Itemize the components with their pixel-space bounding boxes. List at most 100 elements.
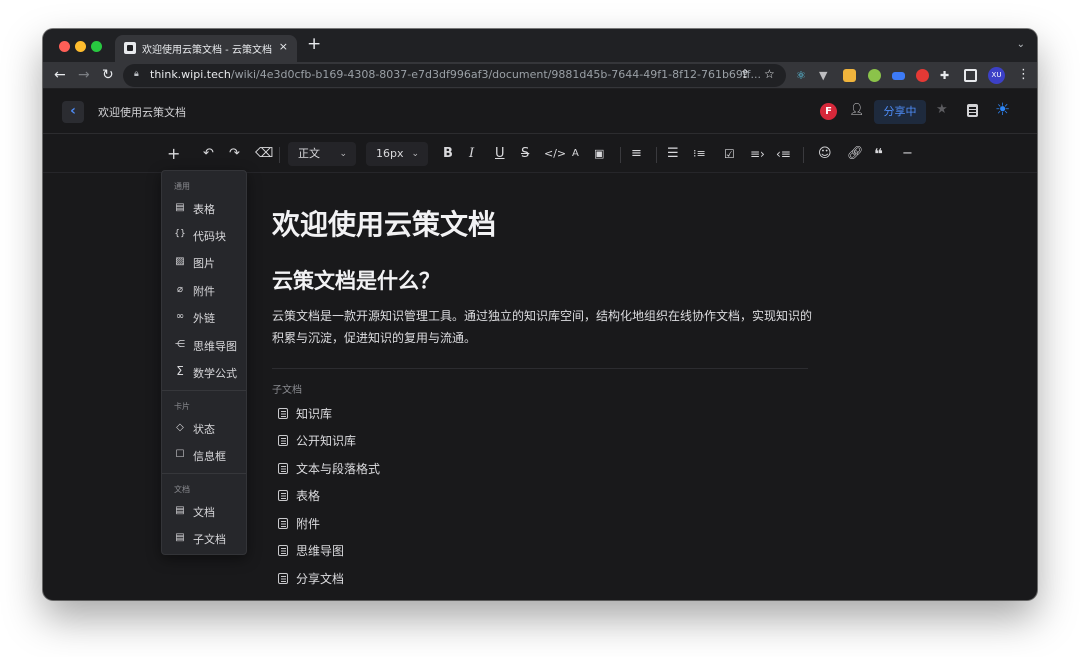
collaborator-avatar[interactable]: F (820, 103, 837, 120)
react-devtools-icon[interactable]: ⚛ (796, 69, 806, 82)
back-arrow-icon[interactable]: ← (54, 66, 66, 84)
document-icon (278, 408, 288, 419)
emoji-icon[interactable]: ☺ (818, 145, 832, 163)
insert-math-item[interactable]: Σ 数学公式 (162, 359, 246, 385)
insert-item-label: 文档 (193, 506, 215, 519)
paragraph-style-value: 正文 (298, 147, 320, 160)
strikethrough-icon[interactable]: S (521, 145, 529, 163)
callout-icon: ☐ (175, 449, 185, 460)
align-left-icon[interactable]: ≡ (631, 145, 642, 163)
document-heading: 欢迎使用云策文档 (272, 208, 497, 241)
insert-table-item[interactable]: ▤ 表格 (162, 195, 246, 221)
red-extension-icon[interactable] (916, 69, 929, 82)
close-window-button[interactable] (59, 41, 70, 52)
undo-icon[interactable]: ↶ (203, 145, 214, 163)
subdoc-label: 思维导图 (296, 544, 345, 558)
forward-arrow-icon[interactable]: → (78, 66, 90, 84)
subdoc-label: 分享文档 (296, 572, 345, 586)
app-header: ‹ 欢迎使用云策文档 F 👤︎ 分享中 ★ ☀ (43, 90, 1037, 134)
outdent-icon[interactable]: ‹≡ (776, 145, 791, 163)
tab-strip: 欢迎使用云策文档 - 云策文档 × + ⌄ (43, 29, 1037, 62)
browser-window: 欢迎使用云策文档 - 云策文档 × + ⌄ ← → ↻ 🔒︎ think.wip… (43, 29, 1037, 600)
profile-avatar[interactable]: XU (988, 67, 1005, 84)
bookmark-star-icon[interactable]: ☆ (764, 67, 775, 81)
divider (272, 368, 808, 369)
font-size-select[interactable]: 16px ⌄ (366, 142, 428, 166)
back-button[interactable]: ‹ (62, 101, 84, 123)
child-document-icon: ▤ (175, 532, 185, 543)
document-icon: ▤ (175, 505, 185, 516)
green-extension-icon[interactable] (868, 69, 881, 82)
underline-icon[interactable]: U (495, 145, 505, 163)
blue-extension-icon[interactable] (892, 72, 905, 80)
insert-child-document-item[interactable]: ▤ 子文档 (162, 525, 246, 551)
browser-menu-icon[interactable]: ⋮ (1017, 67, 1030, 82)
menu-divider (162, 390, 246, 391)
inline-code-icon[interactable]: </> (544, 145, 566, 163)
insert-item-label: 附件 (193, 285, 215, 298)
editor-toolbar: + ↶ ↷ ⌫ 正文 ⌄ 16px ⌄ B I U S </> A ▣ ≡ ☰ … (43, 135, 1037, 173)
insert-image-item[interactable]: ▨ 图片 (162, 249, 246, 275)
vue-devtools-icon[interactable]: ▼ (819, 69, 827, 82)
chevron-down-icon: ⌄ (339, 149, 347, 159)
italic-icon[interactable]: I (469, 145, 474, 163)
insert-mindmap-item[interactable]: ⋲ 思维导图 (162, 332, 246, 358)
url-text[interactable]: think.wipi.tech/wiki/4e3d0cfb-b169-4308-… (150, 68, 761, 81)
add-collaborator-icon[interactable]: 👤︎ (849, 102, 864, 116)
insert-group-label: 卡片 (174, 402, 190, 411)
insert-link-item[interactable]: ∞ 外链 (162, 304, 246, 330)
document-info-icon[interactable] (967, 104, 978, 117)
address-bar[interactable]: 🔒︎ think.wipi.tech/wiki/4e3d0cfb-b169-43… (123, 64, 786, 87)
insert-item-label: 代码块 (193, 230, 226, 243)
share-button[interactable]: 分享中 (874, 100, 926, 124)
insert-group-label: 通用 (174, 182, 190, 191)
tab-title: 欢迎使用云策文档 - 云策文档 (142, 45, 272, 56)
insert-item-label: 思维导图 (193, 340, 237, 353)
star-icon[interactable]: ★ (936, 102, 948, 117)
link-icon: ∞ (175, 311, 185, 322)
insert-callout-item[interactable]: ☐ 信息框 (162, 442, 246, 468)
subdoc-label: 公开知识库 (296, 434, 357, 448)
ordered-list-icon[interactable]: ⁝≡ (693, 145, 706, 163)
section-heading: 云策文档是什么？ (272, 269, 440, 293)
insert-attachment-item[interactable]: ⌀ 附件 (162, 277, 246, 303)
tab-search-chevron-icon[interactable]: ⌄ (1017, 39, 1025, 50)
document-icon (278, 435, 288, 446)
theme-toggle-sun-icon[interactable]: ☀ (995, 100, 1010, 120)
share-page-icon[interactable]: ⇪ (740, 67, 750, 81)
maximize-window-button[interactable] (91, 41, 102, 52)
insert-group-label: 文档 (174, 485, 190, 494)
insert-item-label: 状态 (193, 423, 215, 436)
side-panel-icon[interactable] (964, 69, 977, 82)
paragraph-style-select[interactable]: 正文 ⌄ (288, 142, 356, 166)
horizontal-rule-icon[interactable]: − (902, 145, 913, 163)
highlight-color-icon[interactable]: ▣ (594, 145, 604, 163)
indent-icon[interactable]: ≡› (750, 145, 765, 163)
download-extension-icon[interactable] (843, 69, 856, 82)
tag-icon: ◇ (176, 422, 184, 433)
insert-status-item[interactable]: ◇ 状态 (162, 415, 246, 441)
puzzle-extensions-icon[interactable]: ✚ (940, 69, 949, 82)
insert-plus-icon[interactable]: + (167, 145, 180, 163)
insert-document-item[interactable]: ▤ 文档 (162, 498, 246, 524)
subdoc-label: 文本与段落格式 (296, 462, 381, 476)
bullet-list-icon[interactable]: ☰ (667, 145, 679, 163)
bold-icon[interactable]: B (443, 145, 453, 163)
clear-format-eraser-icon[interactable]: ⌫ (255, 145, 273, 163)
link-icon[interactable]: 🔗︎ (847, 145, 864, 163)
mindmap-icon: ⋲ (175, 339, 185, 350)
redo-icon[interactable]: ↷ (229, 145, 240, 163)
blockquote-icon[interactable]: ❝ (874, 145, 883, 163)
insert-code-block-item[interactable]: {} 代码块 (162, 222, 246, 248)
tab-close-icon[interactable]: × (279, 40, 288, 53)
table-icon: ▤ (175, 202, 185, 213)
browser-tab[interactable]: 欢迎使用云策文档 - 云策文档 × (115, 35, 297, 62)
new-tab-button[interactable]: + (307, 36, 321, 53)
minimize-window-button[interactable] (75, 41, 86, 52)
font-size-value: 16px (376, 147, 404, 160)
intro-paragraph: 云策文档是一款开源知识管理工具。通过独立的知识库空间，结构化地组织在线协作文档，… (272, 309, 813, 345)
reload-icon[interactable]: ↻ (102, 66, 114, 84)
document-icon (278, 518, 288, 529)
task-list-icon[interactable]: ☑ (724, 145, 735, 163)
text-color-icon[interactable]: A (572, 145, 579, 163)
